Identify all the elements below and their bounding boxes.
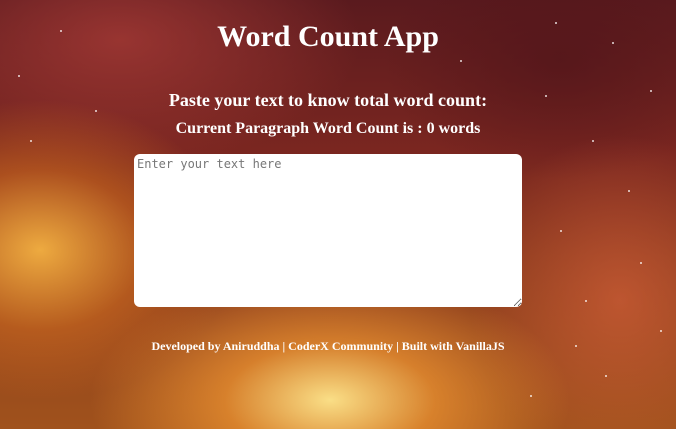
- footer-credits: Developed by Aniruddha | CoderX Communit…: [151, 339, 505, 353]
- word-count-value: 0: [426, 120, 435, 137]
- word-count-line: Current Paragraph Word Count is : 0 word…: [0, 120, 656, 138]
- app-title: Word Count App: [217, 20, 439, 53]
- word-count-prefix: Current Paragraph Word Count is :: [175, 120, 427, 137]
- text-input-area[interactable]: [134, 154, 522, 307]
- word-count-suffix: words: [434, 120, 481, 137]
- instructions-heading: Paste your text to know total word count…: [168, 90, 488, 110]
